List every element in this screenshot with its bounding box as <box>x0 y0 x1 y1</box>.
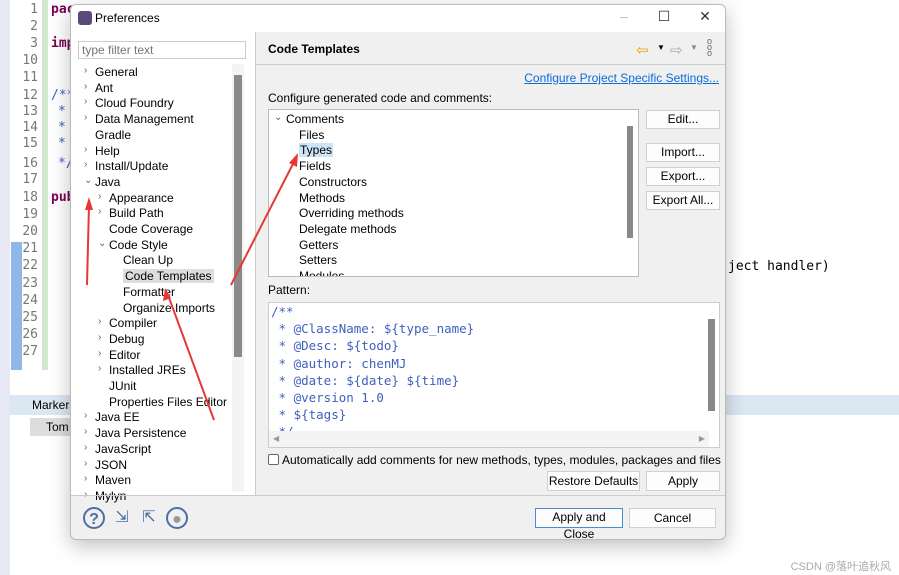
arrow-head <box>85 197 93 210</box>
annotation-arrow <box>230 159 296 286</box>
arrow-head <box>289 153 298 167</box>
annotation-arrow <box>167 294 215 421</box>
annotation-arrow <box>86 204 90 286</box>
watermark: CSDN @落叶追秋风 <box>790 561 891 573</box>
annotation-arrows <box>85 153 298 421</box>
